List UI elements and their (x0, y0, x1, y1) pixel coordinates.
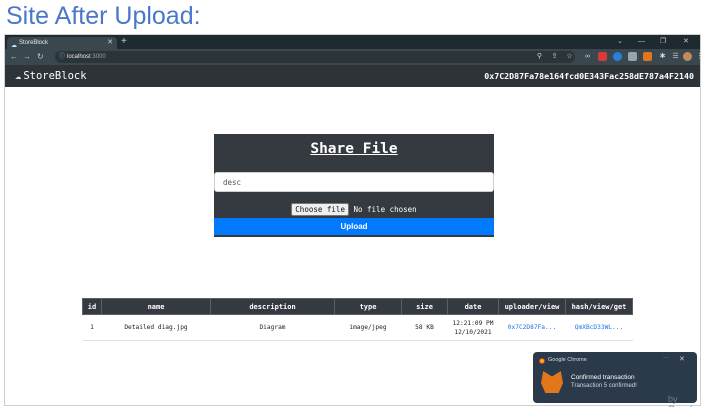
cell-size: 58 KB (401, 314, 448, 341)
cell-day: 12/10/2021 (454, 328, 492, 336)
file-picker-row: Choose file No file chosen (214, 203, 494, 216)
extension-grey-icon[interactable] (628, 52, 637, 61)
table-row: 1 Detailed diag.jpg Diagram image/jpeg 5… (82, 314, 633, 341)
cell-time: 12:21:09 PM (452, 319, 494, 327)
notification-heading: Confirmed transaction (571, 374, 635, 381)
notification-more-icon[interactable]: ··· (663, 355, 669, 361)
browser-window: ☁ StoreBlock ✕ + ⌄ — ❐ ✕ ← → ↻ ⓘ localho… (4, 34, 701, 406)
share-file-title: Share File (310, 141, 398, 157)
back-icon[interactable]: ← (10, 49, 18, 65)
cell-type: image/jpeg (334, 314, 402, 341)
cell-id: 1 (82, 314, 102, 341)
share-file-card: Share File Choose file No file chosen Up… (214, 134, 494, 237)
cell-name: Detailed diag.jpg (101, 314, 211, 341)
cell-date: 12:21:09 PM 12/10/2021 (447, 314, 499, 341)
reading-list-icon[interactable]: ☰ (671, 52, 680, 61)
chevron-down-icon[interactable]: ⌄ (617, 35, 623, 49)
browser-toolbar: ← → ↻ ⓘ localhost:3000 ⚲ ⇪ ☆ ∞ ✱ ☰ ⋮ (5, 49, 700, 65)
extensions-puzzle-icon[interactable]: ✱ (658, 52, 667, 61)
notification-body: Transaction 5 confirmed! (571, 383, 637, 389)
header-id: id (82, 298, 102, 315)
cloud-icon: ☁ (15, 70, 22, 82)
uploader-link[interactable]: 0x7C2D87Fa... (498, 314, 566, 341)
zoom-icon[interactable]: ⚲ (535, 52, 544, 61)
brand-label: StoreBlock (23, 70, 87, 82)
app-navbar: ☁ StoreBlock 0x7C2D87Fa78e164fcd0E343Fac2… (5, 65, 700, 87)
notification-app: Google Chrome (548, 357, 587, 363)
window-close-icon[interactable]: ✕ (683, 35, 689, 49)
menu-kebab-icon[interactable]: ⋮ (695, 52, 700, 61)
share-icon[interactable]: ⇪ (550, 52, 559, 61)
table-header-row: id name description type size date uploa… (82, 298, 633, 315)
extension-glasses-icon[interactable]: ∞ (583, 52, 592, 61)
header-uploader: uploader/view (498, 298, 566, 315)
metamask-fox-icon (541, 371, 563, 393)
header-date: date (447, 298, 499, 315)
header-size: size (401, 298, 448, 315)
profile-avatar[interactable] (683, 52, 692, 61)
reload-icon[interactable]: ↻ (37, 49, 44, 65)
url-host: localhost (67, 54, 91, 60)
chrome-icon (539, 358, 545, 364)
notification-close-icon[interactable]: ✕ (679, 355, 685, 363)
minimize-icon[interactable]: — (638, 35, 645, 49)
choose-file-button[interactable]: Choose file (291, 203, 349, 216)
restore-icon[interactable]: ❐ (660, 35, 666, 49)
byline: by Gunal (668, 394, 692, 407)
file-status: No file chosen (353, 205, 417, 214)
upload-button[interactable]: Upload (214, 218, 494, 235)
tab-title: StoreBlock (19, 40, 49, 46)
cell-description: Diagram (210, 314, 335, 341)
app-brand[interactable]: ☁ StoreBlock (15, 65, 87, 87)
address-bar[interactable]: ⓘ localhost:3000 (55, 51, 575, 63)
forward-icon[interactable]: → (23, 49, 31, 65)
description-input[interactable] (214, 172, 494, 192)
info-icon: ⓘ (59, 54, 66, 60)
header-type: type (334, 298, 402, 315)
header-hash: hash/view/get (565, 298, 633, 315)
extension-adblock-icon[interactable] (598, 52, 607, 61)
tab-strip: ☁ StoreBlock ✕ + ⌄ — ❐ ✕ (5, 35, 700, 49)
metamask-icon[interactable] (643, 52, 652, 61)
files-table: id name description type size date uploa… (82, 298, 633, 341)
extension-blue-icon[interactable] (613, 52, 622, 61)
slide-title: Site After Upload: (6, 2, 201, 30)
account-address: 0x7C2D87Fa78e164fcd0E343Fac258dE787a4F21… (484, 71, 694, 81)
header-name: name (101, 298, 211, 315)
bookmark-star-icon[interactable]: ☆ (565, 52, 574, 61)
new-tab-button[interactable]: + (121, 35, 127, 49)
hash-link[interactable]: QmXBcD33WL... (565, 314, 633, 341)
url-port: :3000 (90, 54, 106, 60)
tab-storeblock[interactable]: ☁ StoreBlock ✕ (7, 37, 117, 49)
header-description: description (210, 298, 335, 315)
tab-close-icon[interactable]: ✕ (107, 37, 113, 49)
